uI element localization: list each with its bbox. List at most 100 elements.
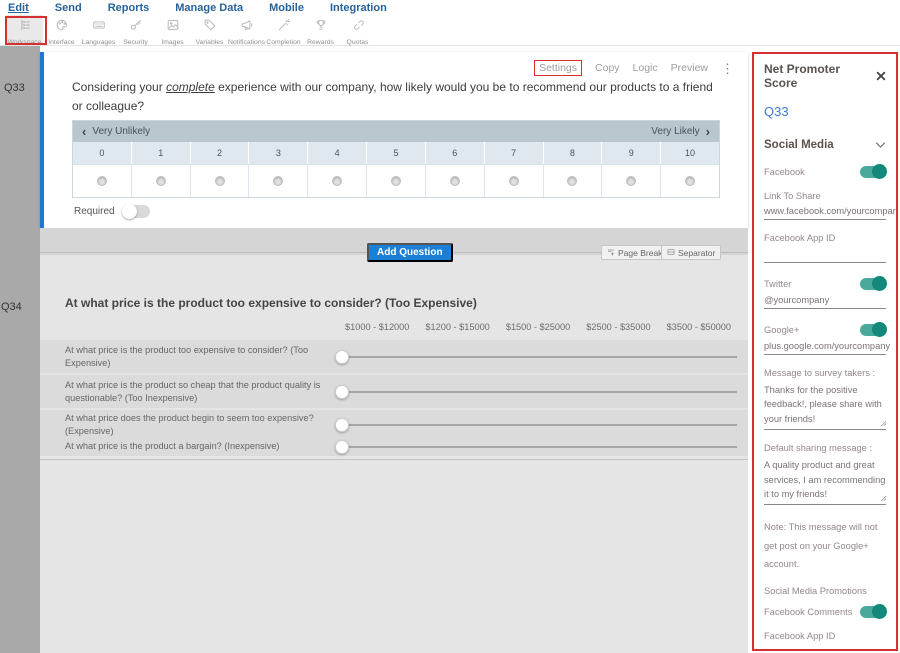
slider-track	[335, 356, 737, 358]
survey-editor-screen: Edit Send Reports Manage Data Mobile Int…	[0, 0, 900, 653]
menu-edit[interactable]: Edit	[8, 2, 29, 14]
toolbar-item-languages[interactable]: Languages	[80, 15, 117, 45]
twitter-row: Twitter	[764, 278, 886, 290]
social-media-section-header[interactable]: Social Media	[764, 139, 886, 151]
slider-row: At what price is the product a bargain? …	[40, 437, 748, 456]
menu-manage-data[interactable]: Manage Data	[175, 2, 243, 14]
menu-reports[interactable]: Reports	[108, 2, 150, 14]
question-text[interactable]: Considering your complete experience wit…	[72, 78, 720, 116]
scale-value: 9	[602, 142, 661, 164]
toolbar-label: Interface	[48, 39, 74, 46]
question-number-q34: Q34	[1, 301, 22, 313]
price-slider[interactable]	[335, 350, 737, 364]
toolbar-item-rewards[interactable]: Rewards	[302, 15, 339, 45]
twitter-label: Twitter	[764, 279, 791, 289]
facebook-app-id-input[interactable]	[764, 243, 886, 263]
image-icon	[166, 18, 180, 37]
panel-title: Net Promoter Score	[764, 62, 876, 90]
toolbar-item-quotas[interactable]: Quotas	[339, 15, 376, 45]
q34-title[interactable]: At what price is the product too expensi…	[65, 296, 477, 310]
toolbar-item-notifications[interactable]: Notifications	[228, 15, 265, 45]
facebook-toggle[interactable]	[860, 166, 886, 178]
slider-track	[335, 391, 737, 393]
panel-header: Net Promoter Score	[764, 62, 886, 90]
price-slider[interactable]	[335, 385, 737, 399]
twitter-toggle[interactable]	[860, 278, 886, 290]
price-slider[interactable]	[335, 418, 737, 432]
toolbar-item-security[interactable]: Security	[117, 15, 154, 45]
message-textarea[interactable]: Thanks for the positive feedback!, pleas…	[764, 383, 886, 430]
settings-button[interactable]: Settings	[534, 60, 582, 76]
menu-send[interactable]: Send	[55, 2, 82, 14]
scale-value: 1	[132, 142, 191, 164]
slider-row: At what price is the product too expensi…	[40, 340, 748, 373]
price-slider[interactable]	[335, 440, 737, 454]
toolbar-item-interface[interactable]: Interface	[43, 15, 80, 45]
radio-button[interactable]	[567, 176, 577, 186]
preview-button[interactable]: Preview	[671, 62, 708, 74]
toolbar-item-images[interactable]: Images	[154, 15, 191, 45]
radio-button[interactable]	[450, 176, 460, 186]
radio-button[interactable]	[215, 176, 225, 186]
add-question-button[interactable]: Add Question	[367, 243, 453, 262]
chevron-right-icon[interactable]: ›	[706, 125, 710, 138]
menu-mobile[interactable]: Mobile	[269, 2, 304, 14]
panel-question-id-link[interactable]: Q33	[764, 104, 886, 119]
slider-handle[interactable]	[335, 385, 349, 399]
facebook-app-id-2-label: Facebook App ID	[764, 631, 886, 641]
price-column: $3500 - $50000	[659, 322, 739, 332]
menu-integration[interactable]: Integration	[330, 2, 387, 14]
price-column: $1200 - $15000	[417, 322, 497, 332]
slider-row: At what price is the product so cheap th…	[40, 375, 748, 408]
radio-button[interactable]	[156, 176, 166, 186]
facebook-app-id-2-input[interactable]	[764, 641, 886, 651]
megaphone-icon	[240, 18, 254, 37]
scale-value: 0	[73, 142, 132, 164]
scale-value: 7	[485, 142, 544, 164]
nps-radio-row	[73, 164, 719, 197]
chevron-down-icon[interactable]	[875, 141, 886, 149]
google-plus-toggle[interactable]	[860, 324, 886, 336]
logic-button[interactable]: Logic	[633, 62, 658, 74]
required-toggle[interactable]	[123, 205, 150, 218]
radio-button[interactable]	[273, 176, 283, 186]
radio-button[interactable]	[391, 176, 401, 186]
toolbar-item-completion[interactable]: Completion	[265, 15, 302, 45]
default-sharing-textarea[interactable]: A quality product and great services, I …	[764, 458, 886, 505]
google-plus-url-input[interactable]: plus.google.com/yourcompany	[764, 336, 886, 355]
toolbar-item-workspace[interactable]: Workspace	[6, 15, 43, 45]
close-icon[interactable]	[876, 71, 886, 81]
radio-button[interactable]	[685, 176, 695, 186]
chevron-left-icon[interactable]: ‹	[82, 125, 86, 138]
twitter-handle-input[interactable]: @yourcompany	[764, 290, 886, 309]
copy-button[interactable]: Copy	[595, 62, 620, 74]
page-break-icon	[607, 248, 615, 258]
google-note-text: Note: This message will not get post on …	[764, 518, 886, 572]
slider-track	[335, 446, 737, 448]
slider-handle[interactable]	[335, 418, 349, 432]
keyboard-icon	[92, 18, 106, 37]
message-to-survey-takers-label: Message to survey takers :	[764, 368, 886, 378]
facebook-comments-toggle[interactable]	[860, 606, 886, 618]
question-number-column	[0, 46, 40, 653]
scale-value: 5	[367, 142, 426, 164]
required-row: Required	[74, 205, 150, 218]
page-break-button[interactable]: Page Break	[601, 245, 668, 260]
radio-button[interactable]	[626, 176, 636, 186]
radio-button[interactable]	[97, 176, 107, 186]
link-to-share-input[interactable]: www.facebook.com/yourcompany	[764, 201, 886, 220]
slider-handle[interactable]	[335, 440, 349, 454]
slider-row: At what price does the product begin to …	[40, 410, 748, 439]
slider-handle[interactable]	[335, 350, 349, 364]
slider-row-label: At what price is the product so cheap th…	[40, 379, 335, 404]
nps-scale-header: ‹Very Unlikely Very Likely›	[73, 121, 719, 142]
radio-button[interactable]	[509, 176, 519, 186]
more-options-icon[interactable]: ⋮	[721, 62, 734, 75]
question-card-q33: Settings Copy Logic Preview ⋮ Considerin…	[40, 52, 748, 228]
scale-value: 2	[191, 142, 250, 164]
radio-button[interactable]	[332, 176, 342, 186]
scale-left-label: Very Unlikely	[92, 126, 150, 137]
toolbar-label: Workspace	[8, 39, 42, 46]
separator-button[interactable]: Separator	[661, 245, 721, 260]
toolbar-item-variables[interactable]: Variables	[191, 15, 228, 45]
